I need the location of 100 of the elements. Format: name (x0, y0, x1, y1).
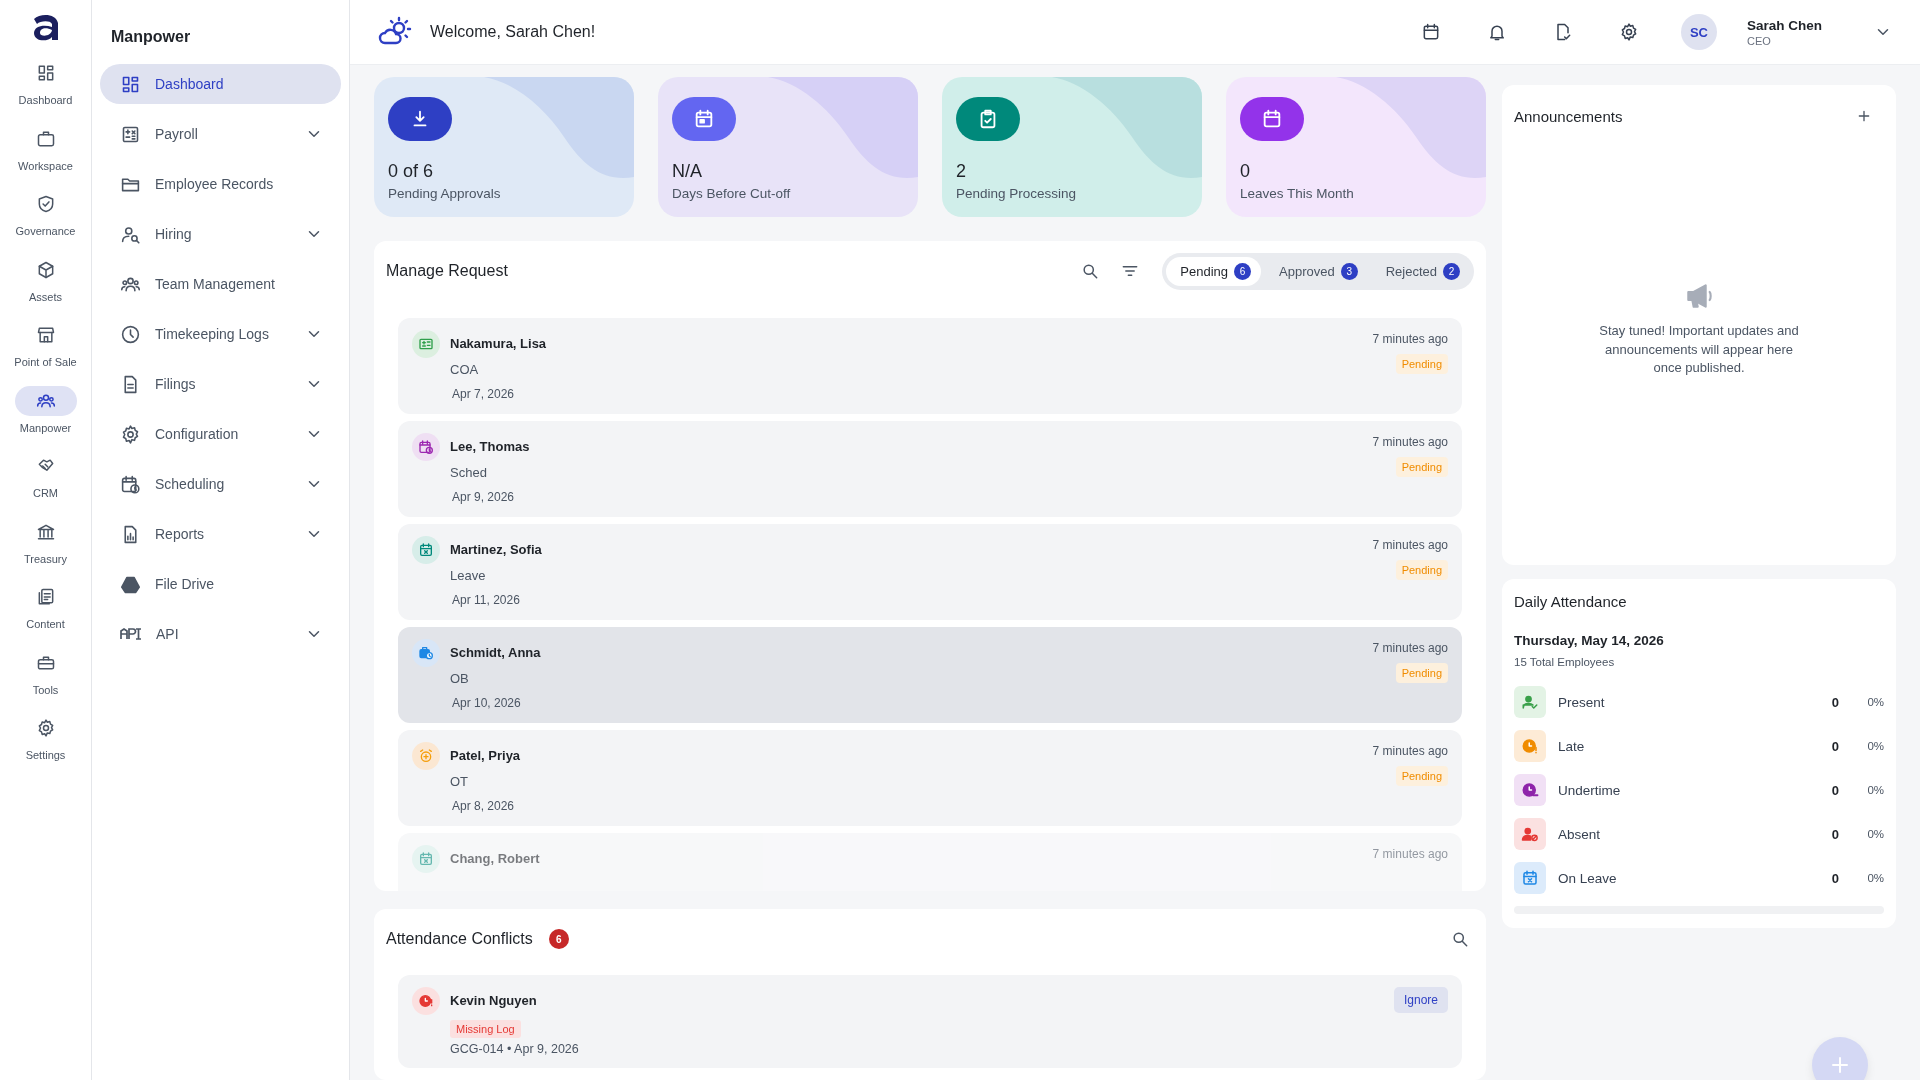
conflict-detail: GCG-014 • Apr 9, 2026 (450, 1042, 580, 1056)
stat-value: 2 (956, 161, 967, 182)
rail-label[interactable]: Settings (25, 749, 66, 761)
request-type: Sched (450, 465, 488, 480)
rail-item[interactable]: Workspace (0, 123, 92, 189)
rail-item[interactable]: Dashboard (0, 58, 92, 124)
requester-name: Schmidt, Anna (450, 645, 542, 660)
user-avatar[interactable]: SC (1680, 14, 1717, 50)
panel-title: Daily Attendance (1514, 593, 1627, 610)
empty-message: Stay tuned! Important updates and announcements will appear here once published. (1599, 321, 1799, 378)
attendance-date: Thursday, May 14, 2026 (1514, 633, 1665, 648)
rail-item[interactable]: CRM (0, 451, 92, 517)
rail-item[interactable]: Settings (0, 713, 92, 779)
stat-label: Pending Approvals (388, 186, 502, 201)
rail-item[interactable]: Treasury (0, 516, 92, 582)
requester-name: Chang, Robert (450, 851, 541, 866)
stat-label: Leaves This Month (1240, 186, 1355, 201)
request-card[interactable]: Nakamura, Lisa COA Apr 7, 2026 7 minutes ago Pending (398, 318, 1462, 414)
request-time: 7 minutes ago (1372, 538, 1448, 552)
attendance-count: 0 (1830, 694, 1839, 710)
clock-alert-icon (418, 993, 434, 1009)
rail-item[interactable]: Point of Sale (0, 320, 92, 386)
rail-label[interactable]: Workspace (18, 159, 73, 172)
status-tag: Pending (1395, 663, 1448, 683)
request-time: 7 minutes ago (1372, 744, 1448, 758)
requester-name: Martinez, Sofia (450, 542, 543, 557)
sidebar-item[interactable]: Scheduling (100, 464, 341, 504)
clock-minus-icon (1521, 781, 1539, 799)
employee-name: Kevin Nguyen (450, 993, 538, 1008)
attendance-percent: 0% (1866, 740, 1884, 752)
rail-label[interactable]: Dashboard (18, 94, 73, 106)
panel-title: Announcements (1514, 107, 1624, 125)
rail-item[interactable]: Manpower (0, 385, 92, 451)
request-card[interactable]: Schmidt, Anna OB Apr 10, 2026 7 minutes ago Pending (398, 627, 1462, 723)
sidebar-item[interactable]: Payroll (100, 114, 341, 154)
status-tag: Pending (1395, 457, 1448, 477)
attendance-label: Absent (1558, 826, 1602, 842)
sidebar-item[interactable]: API (100, 614, 341, 654)
rail-label[interactable]: Point of Sale (14, 356, 77, 368)
requester-name: Nakamura, Lisa (450, 336, 548, 351)
rail-item[interactable]: Tools (0, 647, 92, 713)
sidebar-item[interactable]: Team Management (100, 264, 341, 304)
request-date: Apr 9, 2026 (452, 490, 516, 504)
sidebar-item[interactable]: Configuration (100, 414, 341, 454)
requester-name: Lee, Thomas (450, 439, 531, 454)
sidebar-item[interactable]: Employee Records (100, 164, 341, 204)
calendar-icon (1261, 108, 1283, 130)
sidebar-item[interactable]: Reports (100, 514, 341, 554)
request-card[interactable]: Patel, Priya OT Apr 8, 2026 7 minutes ago Pending (398, 730, 1462, 826)
sidebar-item[interactable]: Timekeeping Logs (100, 314, 341, 354)
request-type: COA (450, 362, 480, 377)
stat-value: 0 (1240, 161, 1251, 182)
status-tab[interactable]: Approved 3 (1265, 256, 1368, 286)
rail-item[interactable]: Assets (0, 254, 92, 320)
rail-item[interactable]: Governance (0, 189, 92, 255)
panel-title: Attendance Conflicts (386, 930, 533, 948)
request-card[interactable]: Martinez, Sofia Leave Apr 11, 2026 7 minutes ago Pending (398, 524, 1462, 620)
status-tag: Pending (1395, 766, 1448, 786)
ignore-button[interactable]: Ignore (1393, 987, 1448, 1013)
request-date: Apr 7, 2026 (452, 387, 516, 401)
request-card[interactable]: Lee, Thomas Sched Apr 9, 2026 7 minutes ago Pending (398, 421, 1462, 517)
count-badge: 2 (1443, 262, 1460, 280)
stat-label: Pending Processing (956, 186, 1078, 201)
api-icon (120, 628, 142, 640)
count-badge: 6 (1234, 262, 1252, 280)
rail-label[interactable]: Treasury (24, 552, 67, 565)
sidebar-item[interactable]: Hiring (100, 214, 341, 254)
requester-name: Patel, Priya (450, 748, 522, 763)
status-tab[interactable]: Rejected 2 (1371, 256, 1470, 286)
rail-item[interactable]: Content (0, 582, 92, 648)
sidebar-item[interactable]: File Drive (100, 564, 341, 604)
conflict-tag: Missing Log (450, 1020, 521, 1038)
status-tab[interactable]: Pending 6 (1166, 256, 1262, 286)
request-time: 7 minutes ago (1372, 847, 1448, 861)
rail-label[interactable]: CRM (32, 487, 59, 499)
panel-title: Manage Request (386, 262, 508, 280)
sidebar-item[interactable]: Dashboard (100, 64, 341, 104)
request-date: Apr 8, 2026 (452, 799, 516, 813)
rail-label[interactable]: Manpower (19, 421, 72, 434)
calendar-clock-icon (418, 439, 434, 455)
rail-label[interactable]: Governance (15, 225, 76, 237)
rail-label[interactable]: Assets (29, 290, 62, 303)
stat-value: N/A (672, 161, 703, 182)
rail-label[interactable]: Content (26, 618, 65, 630)
calendar-x-icon (418, 542, 434, 558)
stat-value: 0 of 6 (388, 161, 435, 182)
sidebar-item[interactable]: Filings (100, 364, 341, 404)
request-card[interactable]: Chang, Robert 7 minutes ago (398, 833, 1462, 891)
attendance-count: 0 (1830, 870, 1839, 886)
attendance-percent: 0% (1866, 872, 1884, 884)
attendance-percent: 0% (1866, 784, 1884, 796)
count-badge: 6 (548, 929, 569, 949)
sidebar-title: Manpower (110, 28, 192, 47)
attendance-percent: 0% (1866, 696, 1884, 708)
request-date: Apr 10, 2026 (452, 696, 522, 710)
user-role: CEO (1746, 34, 1772, 47)
attendance-count: 0 (1830, 782, 1839, 798)
attendance-label: Present (1558, 694, 1606, 710)
rail-label[interactable]: Tools (32, 683, 59, 696)
alarm-icon (418, 748, 434, 764)
